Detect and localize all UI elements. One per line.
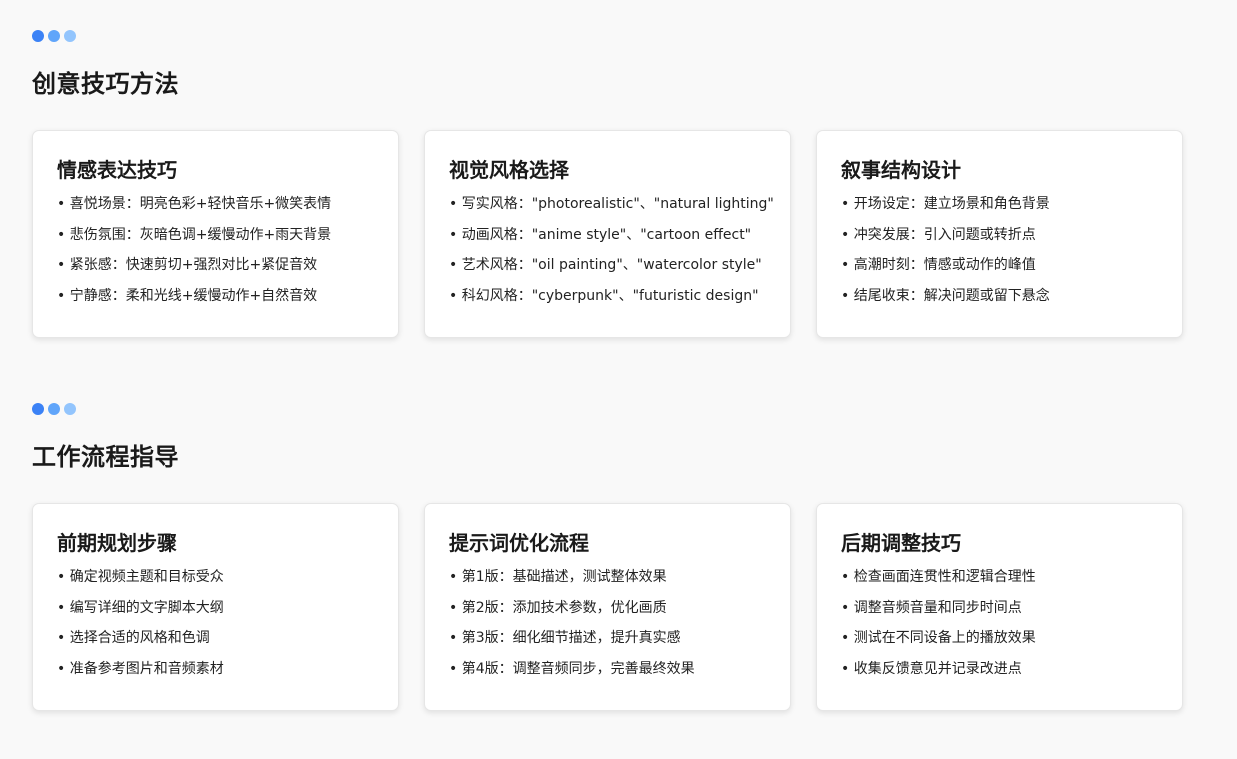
- list-item: 艺术风格："oil painting"、"watercolor style": [449, 257, 766, 273]
- card-title: 后期调整技巧: [841, 531, 961, 555]
- card-prompt-optimization: 提示词优化流程 第1版：基础描述，测试整体效果 第2版：添加技术参数，优化画质 …: [424, 503, 791, 711]
- dot-icon: [64, 30, 76, 42]
- section-creative-techniques: 创意技巧方法 情感表达技巧 喜悦场景：明亮色彩+轻快音乐+微笑表情 悲伤氛围：灰…: [32, 29, 1183, 338]
- list-item: 第2版：添加技术参数，优化画质: [449, 600, 766, 616]
- list-item: 结尾收束：解决问题或留下悬念: [841, 288, 1158, 304]
- card-list: 写实风格："photorealistic"、"natural lighting"…: [449, 196, 774, 304]
- dot-icon: [32, 30, 44, 42]
- card-visual-style: 视觉风格选择 写实风格："photorealistic"、"natural li…: [424, 130, 791, 338]
- card-title: 前期规划步骤: [57, 531, 177, 555]
- card-list: 第1版：基础描述，测试整体效果 第2版：添加技术参数，优化画质 第3版：细化细节…: [449, 569, 766, 677]
- section-title: 工作流程指导: [32, 443, 179, 471]
- card-title: 视觉风格选择: [449, 158, 569, 182]
- card-list: 开场设定：建立场景和角色背景 冲突发展：引入问题或转折点 高潮时刻：情感或动作的…: [841, 196, 1158, 304]
- list-item: 科幻风格："cyberpunk"、"futuristic design": [449, 288, 766, 304]
- dot-icon: [64, 403, 76, 415]
- list-item: 高潮时刻：情感或动作的峰值: [841, 257, 1158, 273]
- card-title: 叙事结构设计: [841, 158, 961, 182]
- list-item: 检查画面连贯性和逻辑合理性: [841, 569, 1158, 585]
- list-item: 喜悦场景：明亮色彩+轻快音乐+微笑表情: [57, 196, 374, 212]
- list-item: 收集反馈意见并记录改进点: [841, 661, 1158, 677]
- card-emotion-expression: 情感表达技巧 喜悦场景：明亮色彩+轻快音乐+微笑表情 悲伤氛围：灰暗色调+缓慢动…: [32, 130, 399, 338]
- card-row: 情感表达技巧 喜悦场景：明亮色彩+轻快音乐+微笑表情 悲伤氛围：灰暗色调+缓慢动…: [32, 130, 1183, 338]
- list-item: 编写详细的文字脚本大纲: [57, 600, 374, 616]
- card-post-adjustment: 后期调整技巧 检查画面连贯性和逻辑合理性 调整音频音量和同步时间点 测试在不同设…: [816, 503, 1183, 711]
- section-title: 创意技巧方法: [32, 70, 179, 98]
- list-item: 第3版：细化细节描述，提升真实感: [449, 630, 766, 646]
- list-item: 写实风格："photorealistic"、"natural lighting": [449, 196, 774, 212]
- list-item: 准备参考图片和音频素材: [57, 661, 374, 677]
- list-item: 开场设定：建立场景和角色背景: [841, 196, 1158, 212]
- card-title: 提示词优化流程: [449, 531, 589, 555]
- card-list: 检查画面连贯性和逻辑合理性 调整音频音量和同步时间点 测试在不同设备上的播放效果…: [841, 569, 1158, 677]
- list-item: 调整音频音量和同步时间点: [841, 600, 1158, 616]
- decorative-dots: [32, 29, 179, 43]
- card-title: 情感表达技巧: [57, 158, 177, 182]
- dot-icon: [48, 403, 60, 415]
- dot-icon: [48, 30, 60, 42]
- list-item: 宁静感：柔和光线+缓慢动作+自然音效: [57, 288, 374, 304]
- card-row: 前期规划步骤 确定视频主题和目标受众 编写详细的文字脚本大纲 选择合适的风格和色…: [32, 503, 1183, 711]
- list-item: 第4版：调整音频同步，完善最终效果: [449, 661, 766, 677]
- list-item: 第1版：基础描述，测试整体效果: [449, 569, 766, 585]
- list-item: 确定视频主题和目标受众: [57, 569, 374, 585]
- card-list: 喜悦场景：明亮色彩+轻快音乐+微笑表情 悲伤氛围：灰暗色调+缓慢动作+雨天背景 …: [57, 196, 374, 304]
- decorative-dots: [32, 402, 179, 416]
- section-workflow-guide: 工作流程指导 前期规划步骤 确定视频主题和目标受众 编写详细的文字脚本大纲 选择…: [32, 402, 1183, 711]
- list-item: 悲伤氛围：灰暗色调+缓慢动作+雨天背景: [57, 227, 374, 243]
- card-narrative-structure: 叙事结构设计 开场设定：建立场景和角色背景 冲突发展：引入问题或转折点 高潮时刻…: [816, 130, 1183, 338]
- list-item: 选择合适的风格和色调: [57, 630, 374, 646]
- dot-icon: [32, 403, 44, 415]
- card-planning-steps: 前期规划步骤 确定视频主题和目标受众 编写详细的文字脚本大纲 选择合适的风格和色…: [32, 503, 399, 711]
- list-item: 动画风格："anime style"、"cartoon effect": [449, 227, 766, 243]
- list-item: 冲突发展：引入问题或转折点: [841, 227, 1158, 243]
- list-item: 紧张感：快速剪切+强烈对比+紧促音效: [57, 257, 374, 273]
- card-list: 确定视频主题和目标受众 编写详细的文字脚本大纲 选择合适的风格和色调 准备参考图…: [57, 569, 374, 677]
- list-item: 测试在不同设备上的播放效果: [841, 630, 1158, 646]
